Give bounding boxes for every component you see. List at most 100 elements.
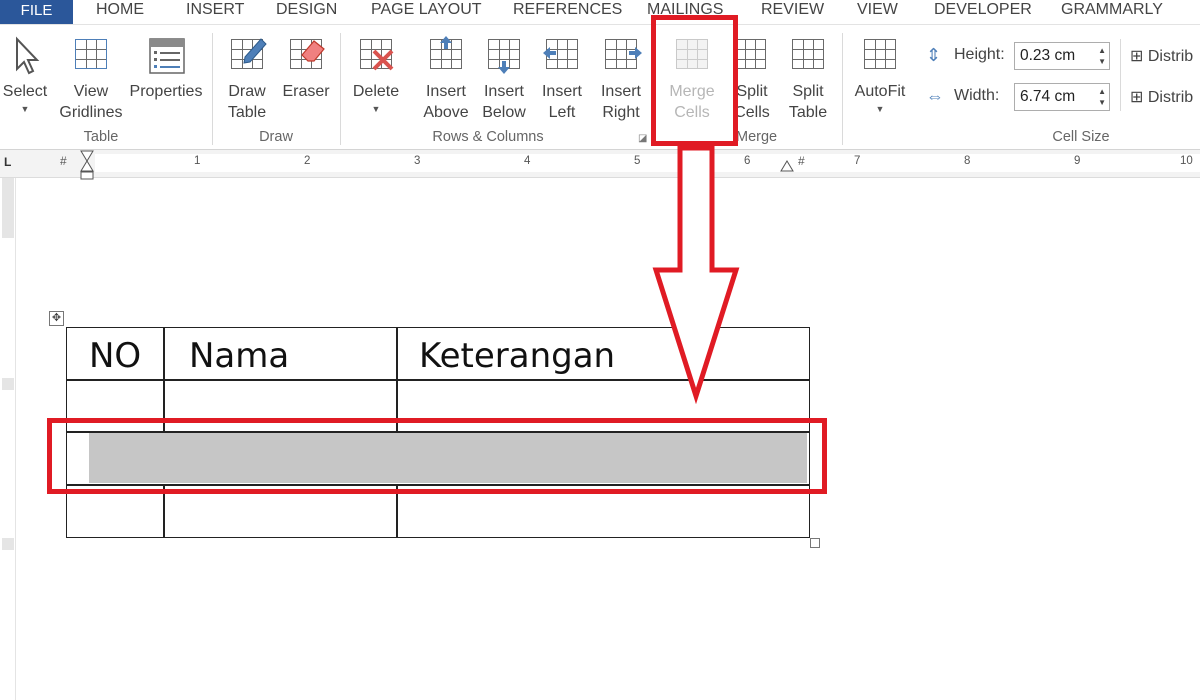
insert-below-icon — [484, 35, 524, 77]
tab-grammarly[interactable]: GRAMMARLY — [1061, 0, 1163, 24]
tab-developer[interactable]: DEVELOPER — [934, 0, 1032, 24]
tab-file[interactable]: FILE — [0, 0, 73, 24]
merge-cells-highlight — [651, 15, 738, 146]
table-header-keterangan[interactable]: Keterangan — [419, 336, 615, 376]
draw-table-label-1: Draw — [228, 83, 266, 100]
width-input[interactable]: 6.74 cm ▲ ▼ — [1014, 83, 1110, 111]
split-table-button[interactable]: Split Table — [786, 35, 830, 123]
width-spinner-icon[interactable]: ▲ ▼ — [1098, 86, 1106, 108]
ruler-margin — [2, 178, 14, 238]
ruler-mark: 6 — [744, 155, 751, 167]
properties-icon — [146, 35, 186, 77]
tab-page-layout[interactable]: PAGE LAYOUT — [371, 0, 482, 24]
column-marker-icon[interactable]: # — [798, 154, 805, 168]
ruler-mark: 7 — [854, 155, 861, 167]
autofit-button[interactable]: AutoFit ▼ — [850, 35, 910, 114]
properties-label: Properties — [129, 83, 203, 100]
table-column-border — [396, 328, 398, 432]
draw-table-label-2: Table — [227, 104, 267, 121]
tab-stop-selector-icon[interactable]: L — [4, 155, 11, 169]
cursor-arrow-icon — [5, 35, 45, 77]
view-gridlines-button[interactable]: View Gridlines — [58, 35, 124, 123]
insert-right-button[interactable]: Insert Right — [596, 35, 646, 123]
column-marker-icon[interactable]: # — [60, 154, 67, 168]
select-dropdown-icon: ▼ — [20, 104, 30, 114]
ruler-mark: 2 — [304, 155, 311, 167]
autofit-dropdown-icon: ▼ — [875, 104, 885, 114]
dialog-launcher-icon[interactable]: ◪ — [638, 133, 647, 144]
ruler-mark: 4 — [524, 155, 531, 167]
width-row: ⇔ Width: 6.74 cm ▲ ▼ — [926, 83, 1116, 111]
ruler-table-marker — [2, 538, 14, 550]
properties-button[interactable]: Properties — [128, 35, 204, 102]
draw-group-label: Draw — [259, 129, 293, 145]
insert-above-label-1: Insert — [425, 83, 466, 100]
insert-left-button[interactable]: Insert Left — [538, 35, 586, 123]
height-row: ⇕ Height: 0.23 cm ▲ ▼ — [926, 42, 1116, 70]
table-resize-handle-icon[interactable] — [810, 538, 820, 548]
select-label: Select — [2, 83, 48, 100]
select-button[interactable]: Select ▼ — [2, 35, 48, 114]
group-divider — [212, 33, 213, 145]
distribute-rows-label: Distrib — [1147, 48, 1194, 65]
table-header-nama[interactable]: Nama — [189, 336, 289, 376]
split-table-icon — [788, 35, 828, 77]
eraser-icon — [286, 35, 326, 77]
eraser-button[interactable]: Eraser — [282, 35, 330, 102]
tab-insert[interactable]: INSERT — [186, 0, 244, 24]
delete-dropdown-icon: ▼ — [371, 104, 381, 114]
row-height-icon: ⇕ — [926, 45, 942, 65]
group-divider — [842, 33, 843, 145]
tab-review[interactable]: REVIEW — [761, 0, 824, 24]
table-group-label: Table — [83, 129, 119, 145]
insert-left-label-1: Insert — [541, 83, 582, 100]
width-label: Width: — [954, 87, 1000, 104]
distribute-rows-icon: ⊞ — [1130, 48, 1144, 65]
insert-above-label-2: Above — [423, 104, 469, 121]
table-move-handle-icon[interactable]: ✥ — [49, 311, 64, 326]
view-gridlines-label-1: View — [73, 83, 109, 100]
table-column-border — [163, 328, 165, 432]
split-table-label-2: Table — [788, 104, 828, 121]
rows-columns-group-label: Rows & Columns — [432, 129, 544, 145]
ribbon: Select ▼ View Gridlines Properties Table… — [0, 24, 1200, 150]
insert-below-label-2: Below — [482, 104, 526, 121]
group-divider — [1120, 39, 1121, 111]
insert-right-label-1: Insert — [600, 83, 641, 100]
table-header-no[interactable]: NO — [89, 336, 141, 376]
distribute-rows-button[interactable]: ⊞ Distrib — [1130, 46, 1193, 66]
delete-button[interactable]: Delete ▼ — [350, 35, 402, 114]
insert-left-label-2: Left — [548, 104, 576, 121]
delete-table-icon — [356, 35, 396, 77]
distribute-columns-label: Distrib — [1147, 89, 1194, 106]
distribute-columns-button[interactable]: ⊞ Distrib — [1130, 87, 1193, 107]
indent-marker-icon[interactable] — [80, 150, 94, 180]
height-input[interactable]: 0.23 cm ▲ ▼ — [1014, 42, 1110, 70]
autofit-icon — [860, 35, 900, 77]
ruler-mark: 1 — [194, 155, 201, 167]
height-spinner-icon[interactable]: ▲ ▼ — [1098, 45, 1106, 67]
gridlines-icon — [71, 35, 111, 77]
ruler-mark: 9 — [1074, 155, 1081, 167]
split-table-label-1: Split — [792, 83, 824, 100]
tab-references[interactable]: REFERENCES — [513, 0, 622, 24]
autofit-label: AutoFit — [854, 83, 906, 100]
insert-below-button[interactable]: Insert Below — [478, 35, 530, 123]
split-cells-button[interactable]: Split Cells — [732, 35, 772, 123]
ribbon-tabs: FILE HOME INSERT DESIGN PAGE LAYOUT REFE… — [0, 0, 1200, 24]
draw-table-button[interactable]: Draw Table — [222, 35, 272, 123]
horizontal-ruler: L # 1 2 3 4 5 6 7 8 9 10 # — [0, 150, 1200, 180]
column-width-icon: ⇔ — [926, 86, 944, 106]
insert-above-button[interactable]: Insert Above — [420, 35, 472, 123]
delete-label: Delete — [352, 83, 400, 100]
ruler-mark: 8 — [964, 155, 971, 167]
selected-row-highlight — [47, 418, 827, 494]
tab-design[interactable]: DESIGN — [276, 0, 337, 24]
width-value: 6.74 cm — [1020, 88, 1076, 105]
split-cells-label-2: Cells — [734, 104, 770, 121]
merge-group-label: Merge — [736, 129, 778, 145]
insert-right-label-2: Right — [602, 104, 640, 121]
tab-view[interactable]: VIEW — [857, 0, 898, 24]
tab-home[interactable]: HOME — [96, 0, 144, 24]
right-indent-marker-icon[interactable] — [780, 160, 794, 172]
